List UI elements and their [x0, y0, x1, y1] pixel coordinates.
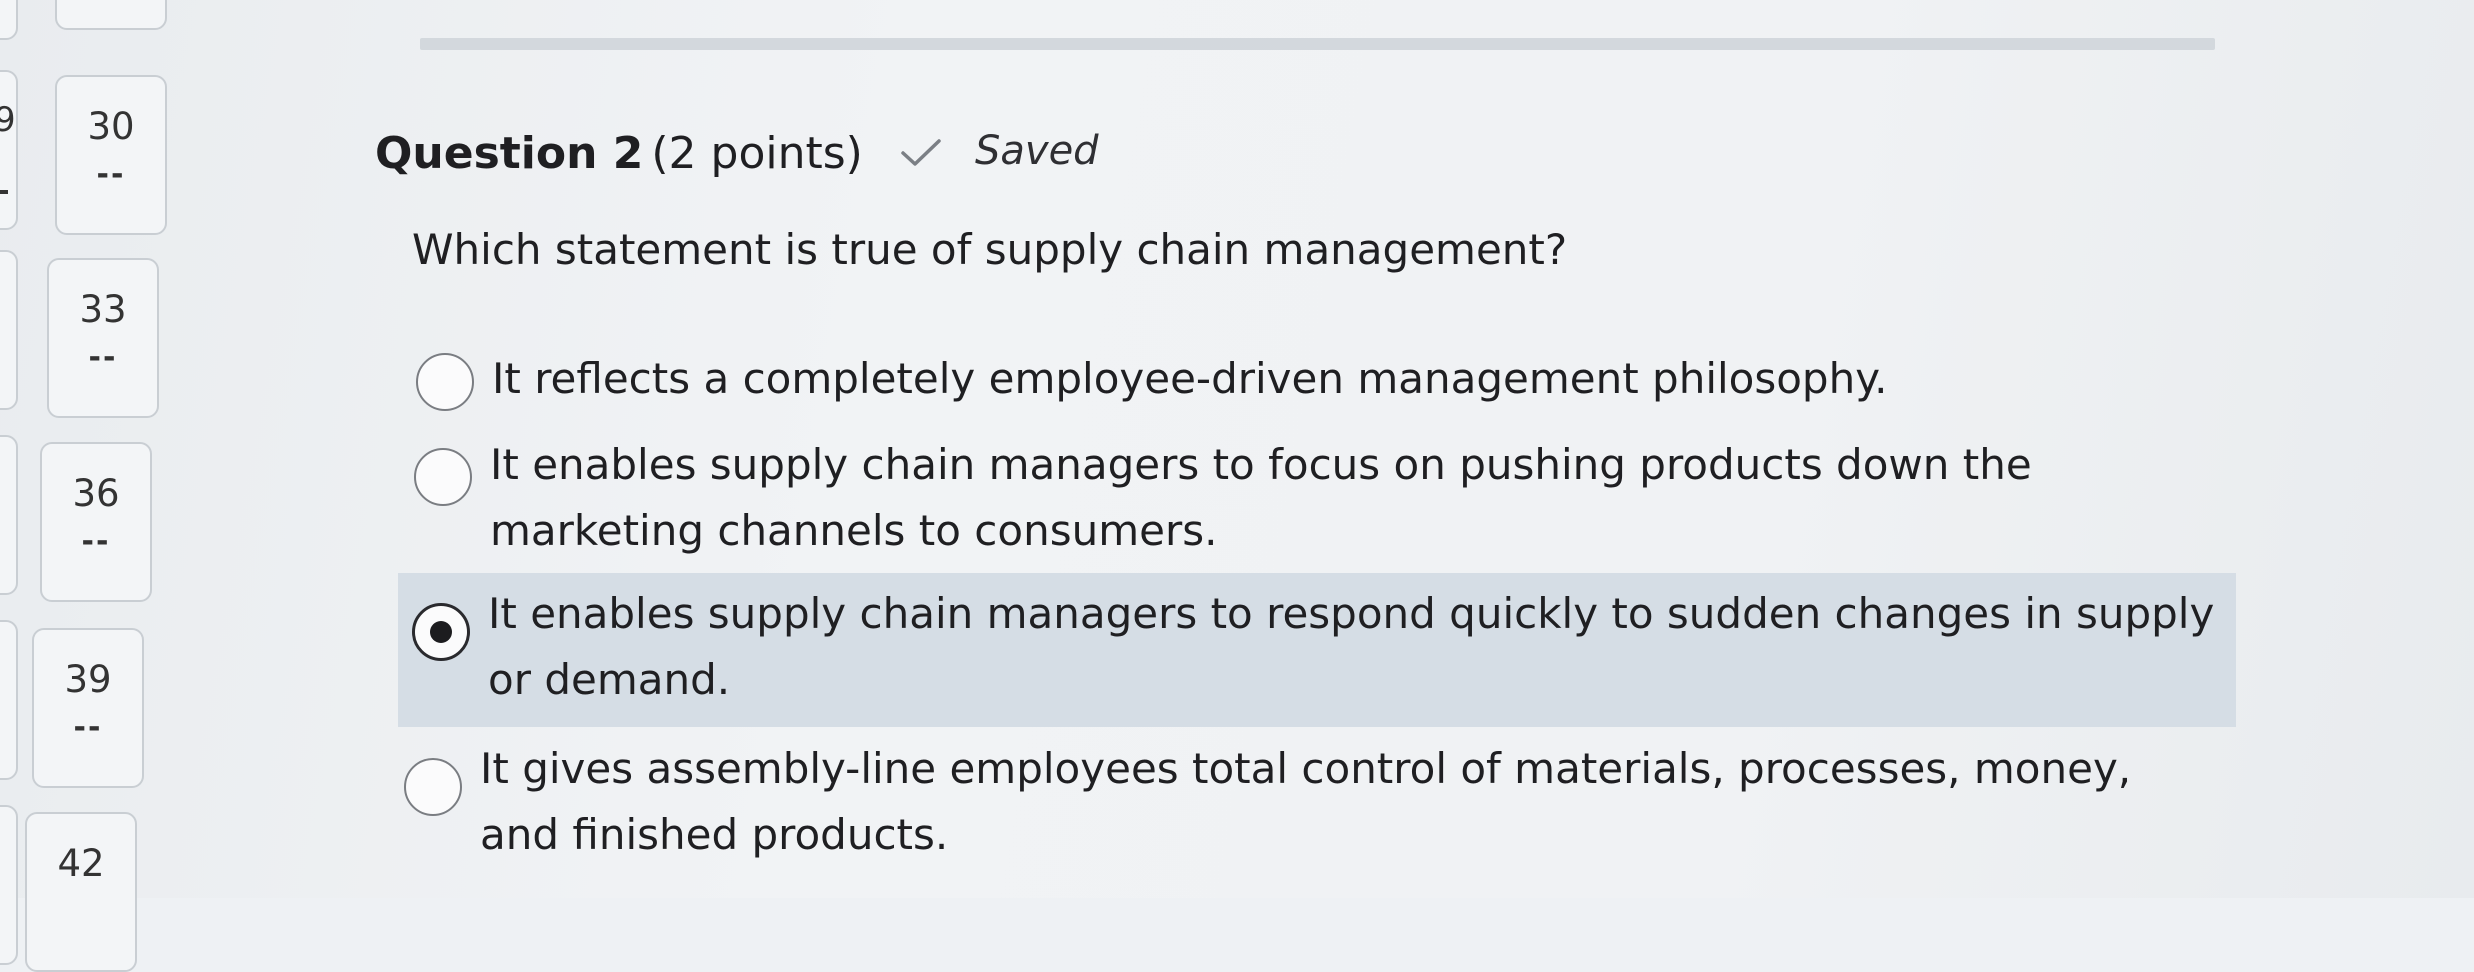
nav-tile-39[interactable]: 39 --	[32, 628, 144, 788]
nav-tile-number: 42	[57, 842, 105, 885]
nav-tile-30[interactable]: 30 --	[55, 75, 167, 235]
nav-tile-partial[interactable]	[0, 0, 18, 40]
nav-tile-partial[interactable]	[0, 250, 18, 410]
radio-button-selected[interactable]	[412, 603, 470, 661]
question-prompt: Which statement is true of supply chain …	[412, 225, 1568, 274]
answer-option-text: It reflects a completely employee-driven…	[492, 354, 1888, 403]
saved-status-label: Saved	[975, 128, 1099, 174]
question-points: (2 points)	[651, 128, 863, 179]
top-divider	[420, 38, 2215, 50]
nav-tile-partial[interactable]	[0, 70, 18, 230]
answer-option-2[interactable]: It enables supply chain managers to focu…	[412, 436, 2232, 571]
nav-tile-number: 36	[72, 472, 120, 515]
answer-option-3[interactable]: It enables supply chain managers to resp…	[412, 585, 2232, 720]
radio-button[interactable]	[404, 758, 462, 816]
nav-tile-42[interactable]: 42	[25, 812, 137, 972]
radio-button[interactable]	[416, 353, 474, 411]
nav-tile-partial[interactable]	[0, 805, 18, 965]
nav-tile-status: --	[73, 710, 103, 745]
nav-tile-number: 39	[64, 658, 112, 701]
radio-button[interactable]	[414, 448, 472, 506]
nav-tile-33[interactable]: 33 --	[47, 258, 159, 418]
answer-option-1[interactable]: It reflects a completely employee-driven…	[412, 350, 2232, 420]
nav-tile-status: --	[88, 340, 118, 375]
nav-tile-partial[interactable]	[55, 0, 167, 30]
question-title: Question 2	[375, 128, 644, 179]
nav-tile-number: 33	[79, 288, 127, 331]
nav-tile-number: 30	[87, 105, 135, 148]
nav-tile-status: --	[81, 524, 111, 559]
answer-option-text: It enables supply chain managers to resp…	[488, 589, 2215, 704]
nav-tile-partial[interactable]	[0, 435, 18, 595]
nav-tile-partial-status	[0, 190, 8, 194]
quiz-screen: 9 30 -- 33 -- 36 -- 39 -- 42 Question 2 …	[0, 0, 2474, 972]
radio-selected-dot	[430, 621, 452, 643]
answer-option-4[interactable]: It gives assembly-line employees total c…	[404, 740, 2224, 875]
nav-tile-partial-number: 9	[0, 100, 16, 140]
answer-option-text: It gives assembly-line employees total c…	[480, 744, 2132, 859]
nav-tile-partial[interactable]	[0, 620, 18, 780]
nav-tile-36[interactable]: 36 --	[40, 442, 152, 602]
answer-option-text: It enables supply chain managers to focu…	[490, 440, 2032, 555]
check-icon	[901, 139, 941, 166]
question-header: Question 2 (2 points)	[375, 128, 863, 179]
nav-tile-status: --	[96, 157, 126, 192]
